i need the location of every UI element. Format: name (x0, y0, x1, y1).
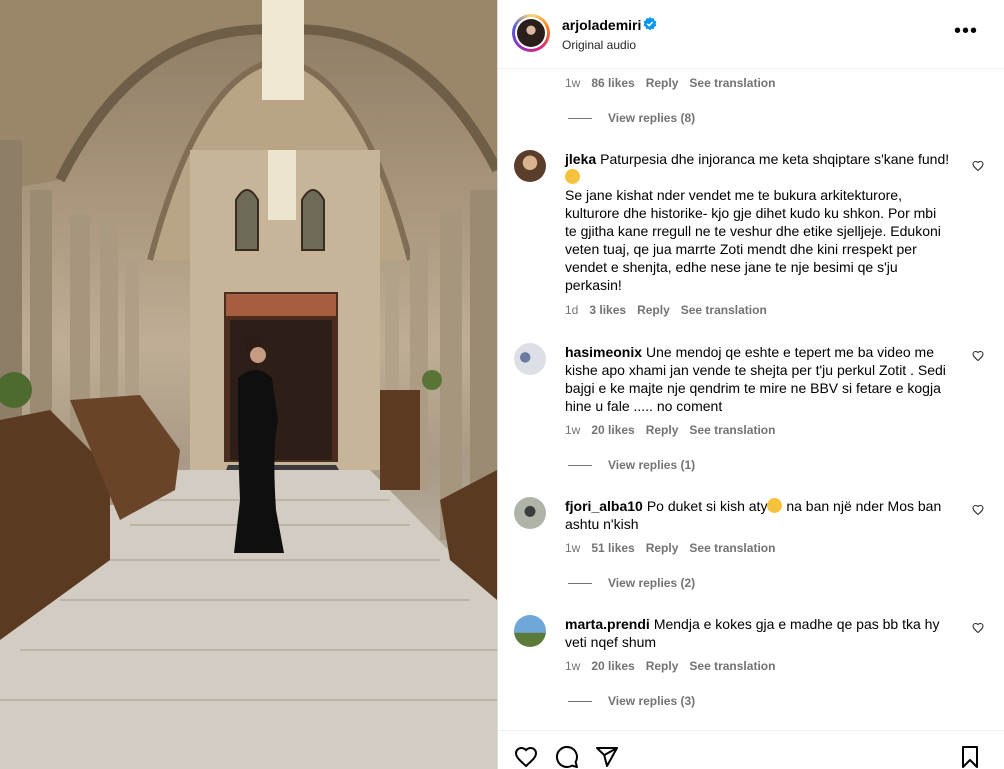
thinking-face-emoji (767, 498, 783, 513)
heart-icon[interactable] (514, 745, 538, 769)
reply-button[interactable]: Reply (637, 303, 670, 317)
share-icon[interactable] (595, 745, 619, 769)
post-video[interactable] (0, 0, 497, 769)
like-comment-heart-icon[interactable] (972, 504, 984, 516)
comments-panel: arjolademiri Original audio ••• 1w 86 lik… (497, 0, 1004, 769)
church-interior-image (0, 0, 497, 769)
like-comment-heart-icon[interactable] (972, 622, 984, 634)
comments-list[interactable]: 1w 86 likes Reply See translation View repl… (498, 70, 1004, 730)
comment-text: marta.prendi Mendja e kokes gja e madhe q… (565, 616, 940, 650)
bookmark-icon[interactable] (958, 745, 982, 769)
comment-time: 1w (565, 76, 581, 90)
view-replies-button[interactable]: View replies (1) (568, 458, 695, 472)
audio-label[interactable]: Original audio (562, 38, 636, 52)
commenter-username[interactable]: jleka (565, 151, 596, 167)
like-comment-heart-icon[interactable] (972, 350, 984, 362)
view-replies-button[interactable]: View replies (3) (568, 694, 695, 708)
see-translation-button[interactable]: See translation (689, 76, 775, 90)
view-replies-button[interactable]: View replies (8) (568, 111, 695, 125)
author-avatar[interactable] (512, 14, 550, 52)
see-translation-button[interactable]: See translation (689, 423, 775, 437)
comment-meta: 1w 20 likes Reply See translation (565, 659, 776, 673)
comment-likes[interactable]: 86 likes (591, 76, 634, 90)
reply-button[interactable]: Reply (646, 76, 679, 90)
comment-text: jleka Paturpesia dhe injoranca me keta sh… (565, 151, 950, 293)
commenter-avatar[interactable] (514, 615, 546, 647)
commenter-avatar[interactable] (514, 343, 546, 375)
comment-text: fjori_alba10 Po duket si kish aty na ban … (565, 498, 942, 532)
post-action-bar (498, 730, 1004, 769)
comment-meta: 1d 3 likes Reply See translation (565, 303, 767, 317)
verified-badge-icon (643, 17, 657, 31)
author-username[interactable]: arjolademiri (562, 17, 641, 33)
see-translation-button[interactable]: See translation (689, 541, 775, 555)
replies-divider (568, 118, 592, 120)
comment-meta: 1w 20 likes Reply See translation (565, 423, 776, 437)
commenter-username[interactable]: hasimeonix (565, 344, 642, 360)
persevering-face-emoji (565, 169, 580, 184)
comment-meta: 1w 51 likes Reply See translation (565, 541, 776, 555)
commenter-username[interactable]: marta.prendi (565, 616, 650, 632)
reply-button[interactable]: Reply (646, 423, 679, 437)
comment-icon[interactable] (555, 745, 579, 769)
comment-text: hasimeonix Une mendoj qe eshte e tepert m… (565, 344, 946, 414)
see-translation-button[interactable]: See translation (681, 303, 767, 317)
like-comment-heart-icon[interactable] (972, 160, 984, 172)
commenter-username[interactable]: fjori_alba10 (565, 498, 643, 514)
more-options-icon[interactable]: ••• (954, 20, 978, 43)
see-translation-button[interactable]: See translation (689, 659, 775, 673)
reply-button[interactable]: Reply (646, 541, 679, 555)
comment-meta: 1w 86 likes Reply See translation (565, 76, 786, 90)
view-replies-button[interactable]: View replies (2) (568, 576, 695, 590)
reply-button[interactable]: Reply (646, 659, 679, 673)
commenter-avatar[interactable] (514, 497, 546, 529)
commenter-avatar[interactable] (514, 150, 546, 182)
post-header: arjolademiri Original audio ••• (498, 0, 1004, 69)
